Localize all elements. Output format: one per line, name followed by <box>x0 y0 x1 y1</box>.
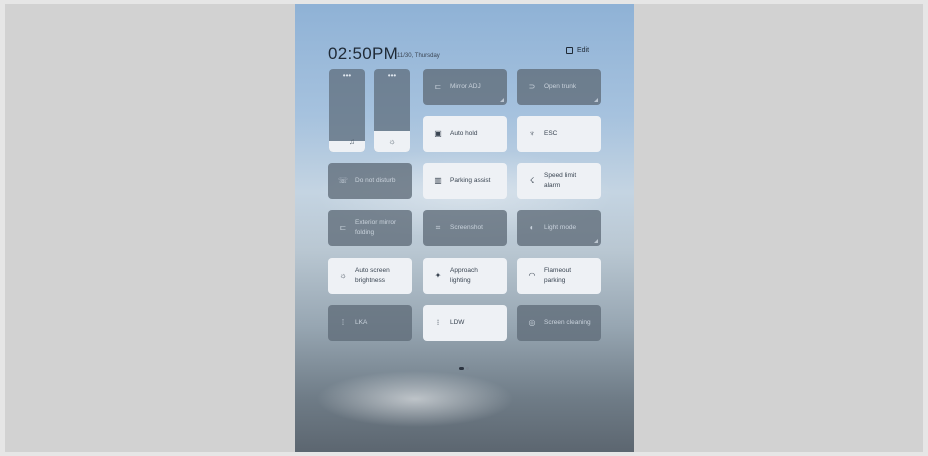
tile-label: LDW <box>450 319 465 326</box>
tile-label: Auto screen brightness <box>355 267 390 284</box>
tile-label: Screenshot <box>450 224 483 231</box>
auto-brightness-icon: ☼ <box>339 271 347 280</box>
screen-cleaning-tile[interactable]: ◎ Screen cleaning <box>517 305 601 341</box>
parking-assist-tile[interactable]: ▥ Parking assist <box>423 163 507 199</box>
tile-label: Speed limit alarm <box>544 172 577 189</box>
approach-lighting-tile[interactable]: ✦ Approach lighting <box>423 258 507 294</box>
brightness-slider[interactable]: ••• ☼ <box>374 69 410 152</box>
auto-hold-tile[interactable]: ▣ Auto hold <box>423 116 507 152</box>
tile-label: Open trunk <box>544 83 577 90</box>
tile-label: Approach lighting <box>450 267 478 284</box>
tile-label: Do not disturb <box>355 177 396 184</box>
screenshot-tile[interactable]: ⌗ Screenshot <box>423 210 507 246</box>
approach-lighting-icon: ✦ <box>434 271 442 280</box>
flameout-parking-icon: ◠ <box>528 271 536 280</box>
speed-limit-alarm-tile[interactable]: ☇ Speed limit alarm <box>517 163 601 199</box>
flameout-parking-tile[interactable]: ◠ Flameout parking <box>517 258 601 294</box>
tile-label: Parking assist <box>450 177 491 184</box>
trunk-icon: ⊃ <box>528 82 536 91</box>
edit-button[interactable]: Edit <box>566 47 589 54</box>
lane-keep-icon: ⁞ <box>341 318 345 327</box>
auto-screen-brightness-tile[interactable]: ☼ Auto screen brightness <box>328 258 412 294</box>
tile-label: Auto hold <box>450 130 478 137</box>
sun-icon: ☼ <box>388 137 396 146</box>
more-icon[interactable]: ••• <box>374 72 410 80</box>
tile-label: ESC <box>544 130 558 137</box>
esc-icon: ♆ <box>529 129 535 138</box>
tile-label: Light mode <box>544 224 577 231</box>
auto-hold-icon: ▣ <box>434 129 442 138</box>
do-not-disturb-icon: ☏ <box>337 176 348 185</box>
media-volume-slider[interactable]: ••• ♫ <box>329 69 365 152</box>
lane-departure-icon: ⁝ <box>436 318 440 327</box>
page-dot-active <box>459 367 464 370</box>
more-icon[interactable]: ••• <box>329 72 365 80</box>
do-not-disturb-tile[interactable]: ☏ Do not disturb <box>328 163 412 199</box>
parking-assist-icon: ▥ <box>434 176 442 185</box>
expand-corner-icon <box>594 98 598 102</box>
expand-corner-icon <box>594 239 598 243</box>
screenshot-icon: ⌗ <box>435 223 441 232</box>
speed-limit-icon: ☇ <box>529 176 535 185</box>
tile-label: Exterior mirror folding <box>355 219 397 236</box>
tile-label: LKA <box>355 319 368 326</box>
tile-label: Screen cleaning <box>544 319 591 326</box>
page-dot <box>466 367 469 370</box>
mirror-icon: ⊏ <box>434 82 442 91</box>
page-indicator[interactable] <box>459 367 469 370</box>
lka-tile[interactable]: ⁞ LKA <box>328 305 412 341</box>
light-mode-tile[interactable]: ◐ Light mode <box>517 210 601 246</box>
exterior-mirror-folding-tile[interactable]: ⊏ Exterior mirror folding <box>328 210 412 246</box>
music-note-icon: ♫ <box>349 137 355 146</box>
edit-label: Edit <box>577 47 590 54</box>
clock-time: 02:50PM <box>328 44 399 63</box>
tile-label: Mirror ADJ <box>450 83 481 90</box>
esc-tile[interactable]: ♆ ESC <box>517 116 601 152</box>
ldw-tile[interactable]: ⁝ LDW <box>423 305 507 341</box>
edit-icon <box>566 47 573 54</box>
tile-label: Flameout parking <box>544 267 572 284</box>
mirror-fold-icon: ⊏ <box>339 223 347 232</box>
clock-date: 11/30, Thursday <box>397 53 440 59</box>
open-trunk-tile[interactable]: ⊃ Open trunk <box>517 69 601 105</box>
mirror-adj-tile[interactable]: ⊏ Mirror ADJ <box>423 69 507 105</box>
screen-cleaning-icon: ◎ <box>528 318 536 327</box>
expand-corner-icon <box>500 98 504 102</box>
light-mode-icon: ◐ <box>529 223 535 232</box>
control-center-panel: 02:50PM 11/30, Thursday Edit ••• ♫ ••• ☼… <box>295 4 634 452</box>
